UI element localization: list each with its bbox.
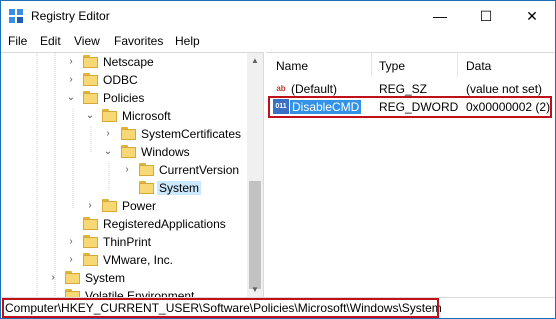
collapse-chevron-icon[interactable]: ⌄: [66, 92, 76, 104]
value-name: (Default): [291, 82, 338, 96]
tree-node-label: Policies: [103, 91, 145, 105]
folder-icon: [139, 181, 155, 195]
column-divider[interactable]: [371, 53, 372, 77]
tree-node-policies[interactable]: ⌄ Policies: [1, 90, 247, 108]
expand-chevron-icon[interactable]: ›: [66, 74, 76, 86]
menu-view[interactable]: View: [74, 34, 100, 48]
menu-favorites[interactable]: Favorites: [114, 34, 163, 48]
registry-editor-window: Registry Editor — ☐ ✕ File Edit View Fav…: [0, 0, 556, 319]
column-header-name[interactable]: Name: [276, 59, 308, 73]
tree-node-label: Microsoft: [122, 109, 171, 123]
scrollbar-thumb[interactable]: [249, 181, 261, 289]
scroll-up-arrow-icon[interactable]: ▲: [247, 53, 263, 69]
tree-node-systemcertificates[interactable]: › SystemCertificates: [1, 126, 247, 144]
expand-chevron-icon[interactable]: ›: [122, 164, 132, 176]
tree-node-thinprint[interactable]: › ThinPrint: [1, 234, 247, 252]
address-highlight-box: [2, 298, 439, 318]
folder-icon: [83, 55, 99, 69]
tree-vertical-scrollbar[interactable]: ▲ ▼: [247, 53, 263, 298]
folder-icon: [139, 163, 155, 177]
folder-icon: [83, 217, 99, 231]
values-list-pane: Name Type Data ab (Default) REG_SZ (valu…: [266, 52, 555, 298]
expand-chevron-icon[interactable]: ›: [66, 254, 76, 266]
value-type: REG_SZ: [379, 82, 428, 96]
minimize-button[interactable]: —: [417, 1, 463, 31]
tree-node-microsoft[interactable]: ⌄ Microsoft: [1, 108, 247, 126]
registry-tree-pane: › Netscape › ODBC ⌄ Policies ⌄ Microsoft…: [1, 52, 264, 298]
column-divider[interactable]: [457, 53, 458, 77]
tree-node-odbc[interactable]: › ODBC: [1, 72, 247, 90]
menu-help[interactable]: Help: [175, 34, 200, 48]
tree-node-label: System: [85, 271, 126, 285]
tree-node-label: Windows: [141, 145, 190, 159]
tree-node-label: CurrentVersion: [159, 163, 240, 177]
highlight-box: [268, 96, 552, 118]
tree-node-system-selected[interactable]: System: [1, 180, 247, 198]
tree-node-label: ThinPrint: [103, 235, 152, 249]
tree-node-power[interactable]: › Power: [1, 198, 247, 216]
tree-node-label: Netscape: [103, 55, 154, 69]
maximize-button[interactable]: ☐: [463, 1, 509, 31]
expand-chevron-icon[interactable]: ›: [66, 56, 76, 68]
string-value-icon: ab: [276, 84, 286, 93]
value-data: (value not set): [466, 82, 543, 96]
folder-icon: [83, 253, 99, 267]
collapse-chevron-icon[interactable]: ⌄: [85, 110, 95, 122]
tree-node-currentversion[interactable]: › CurrentVersion: [1, 162, 247, 180]
column-header-type[interactable]: Type: [379, 59, 405, 73]
folder-icon: [65, 271, 81, 285]
expand-chevron-icon[interactable]: ›: [103, 128, 113, 140]
tree-node-label: VMware, Inc.: [103, 253, 174, 267]
tree-node-label: Power: [122, 199, 157, 213]
menu-bar: File Edit View Favorites Help: [1, 31, 555, 51]
scroll-down-arrow-icon[interactable]: ▼: [247, 282, 263, 298]
tree-node-label: RegisteredApplications: [103, 217, 226, 231]
window-title: Registry Editor: [31, 9, 110, 23]
folder-icon: [83, 91, 99, 105]
registry-editor-icon: [9, 9, 23, 23]
column-header-data[interactable]: Data: [466, 59, 491, 73]
tree-node-label: System: [157, 181, 202, 195]
expand-chevron-icon[interactable]: ›: [85, 200, 95, 212]
title-bar: Registry Editor — ☐ ✕: [1, 1, 555, 31]
tree-node-netscape[interactable]: › Netscape: [1, 54, 247, 72]
tree-node-registeredapplications[interactable]: RegisteredApplications: [1, 216, 247, 234]
close-button[interactable]: ✕: [509, 1, 555, 31]
folder-icon: [83, 235, 99, 249]
expand-chevron-icon[interactable]: ›: [48, 272, 58, 284]
menu-file[interactable]: File: [8, 34, 27, 48]
tree-node-system-root[interactable]: › System: [1, 270, 247, 288]
status-bar: Computer\HKEY_CURRENT_USER\Software\Poli…: [1, 297, 555, 318]
tree-node-label: ODBC: [103, 73, 138, 87]
folder-icon: [83, 73, 99, 87]
folder-icon: [102, 109, 118, 123]
folder-icon: [121, 127, 137, 141]
folder-icon: [102, 199, 118, 213]
folder-icon: [121, 145, 137, 159]
tree-node-windows[interactable]: ⌄ Windows: [1, 144, 247, 162]
tree-node-label: SystemCertificates: [141, 127, 242, 141]
collapse-chevron-icon[interactable]: ⌄: [103, 146, 113, 158]
tree-node-vmware[interactable]: › VMware, Inc.: [1, 252, 247, 270]
menu-edit[interactable]: Edit: [40, 34, 61, 48]
expand-chevron-icon[interactable]: ›: [66, 236, 76, 248]
